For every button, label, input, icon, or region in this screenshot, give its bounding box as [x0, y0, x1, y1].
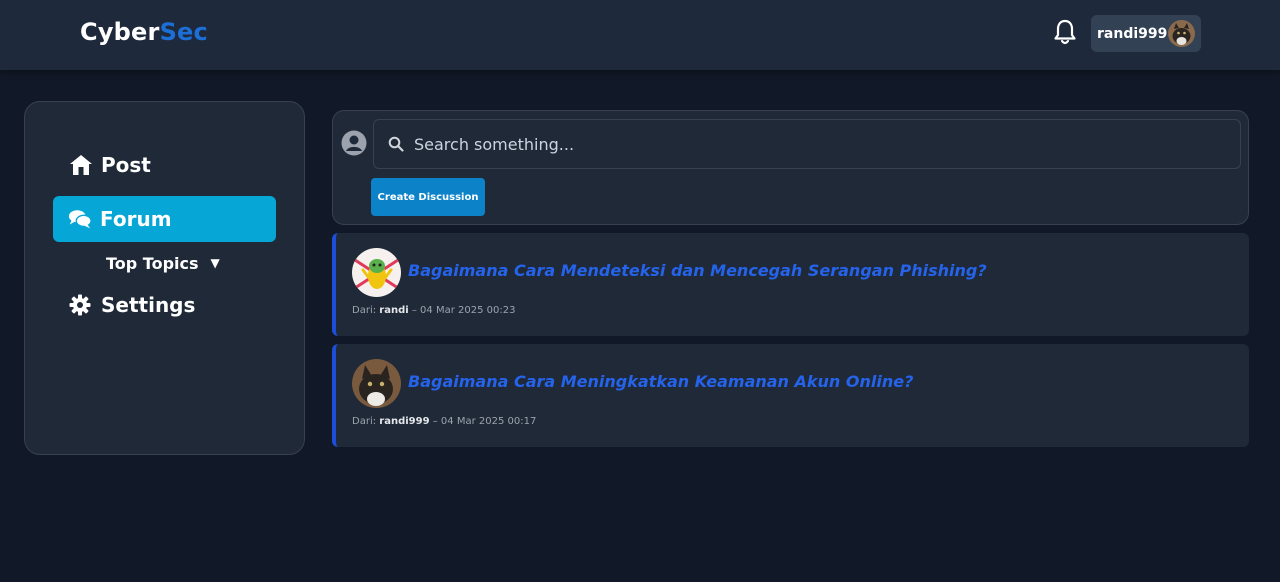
post-date: 04 Mar 2025 00:17: [440, 416, 537, 427]
author-avatar: [352, 359, 401, 408]
sidebar-item-settings[interactable]: Settings: [69, 293, 196, 317]
create-discussion-button[interactable]: Create Discussion: [371, 178, 485, 216]
sidebar-item-post[interactable]: Post: [69, 153, 151, 177]
post-title[interactable]: Bagaimana Cara Mendeteksi dan Mencegah S…: [408, 261, 987, 280]
post-meta: Dari: randi999 – 04 Mar 2025 00:17: [352, 416, 536, 427]
caret-down-icon: ▼: [210, 256, 220, 270]
username-label: randi999: [1097, 25, 1168, 42]
search-input[interactable]: [414, 134, 1214, 154]
meta-separator: –: [411, 305, 417, 316]
sidebar-item-label: Post: [101, 153, 151, 177]
post-date: 04 Mar 2025 00:23: [420, 305, 516, 316]
search-bar[interactable]: [373, 119, 1241, 169]
user-avatar: [1168, 20, 1195, 47]
brand-text-cyber: Cyber: [80, 18, 160, 46]
meta-separator: –: [432, 416, 438, 427]
sidebar-item-top-topics[interactable]: Top Topics ▼: [106, 252, 220, 274]
top-navbar: CyberSec randi999: [0, 0, 1280, 70]
sidebar-item-label: Settings: [101, 293, 196, 317]
brand-text-sec: Sec: [159, 18, 208, 46]
post-meta: Dari: randi – 04 Mar 2025 00:23: [352, 305, 515, 316]
sidebar: Post Forum Top Topics ▼ Settings: [24, 101, 305, 455]
search-icon: [388, 136, 404, 152]
author-avatar: [352, 248, 401, 297]
sidebar-item-label: Forum: [100, 207, 172, 231]
chat-bubbles-icon: [68, 208, 92, 230]
sidebar-item-forum[interactable]: Forum: [53, 196, 276, 242]
post-author[interactable]: randi999: [379, 416, 429, 427]
from-label: Dari:: [352, 305, 377, 316]
bell-icon[interactable]: [1052, 18, 1078, 46]
sidebar-item-label: Top Topics: [106, 253, 199, 273]
user-menu[interactable]: randi999: [1091, 15, 1201, 52]
gear-icon: [69, 294, 93, 316]
list-item[interactable]: Bagaimana Cara Meningkatkan Keamanan Aku…: [332, 344, 1249, 447]
user-circle-icon: [341, 130, 367, 156]
post-title[interactable]: Bagaimana Cara Meningkatkan Keamanan Aku…: [408, 372, 913, 391]
post-author[interactable]: randi: [379, 305, 408, 316]
list-item[interactable]: Bagaimana Cara Mendeteksi dan Mencegah S…: [332, 233, 1249, 336]
brand-logo[interactable]: CyberSec: [80, 18, 208, 46]
discussion-composer: Create Discussion: [332, 110, 1249, 225]
from-label: Dari:: [352, 416, 377, 427]
home-icon: [69, 154, 93, 176]
